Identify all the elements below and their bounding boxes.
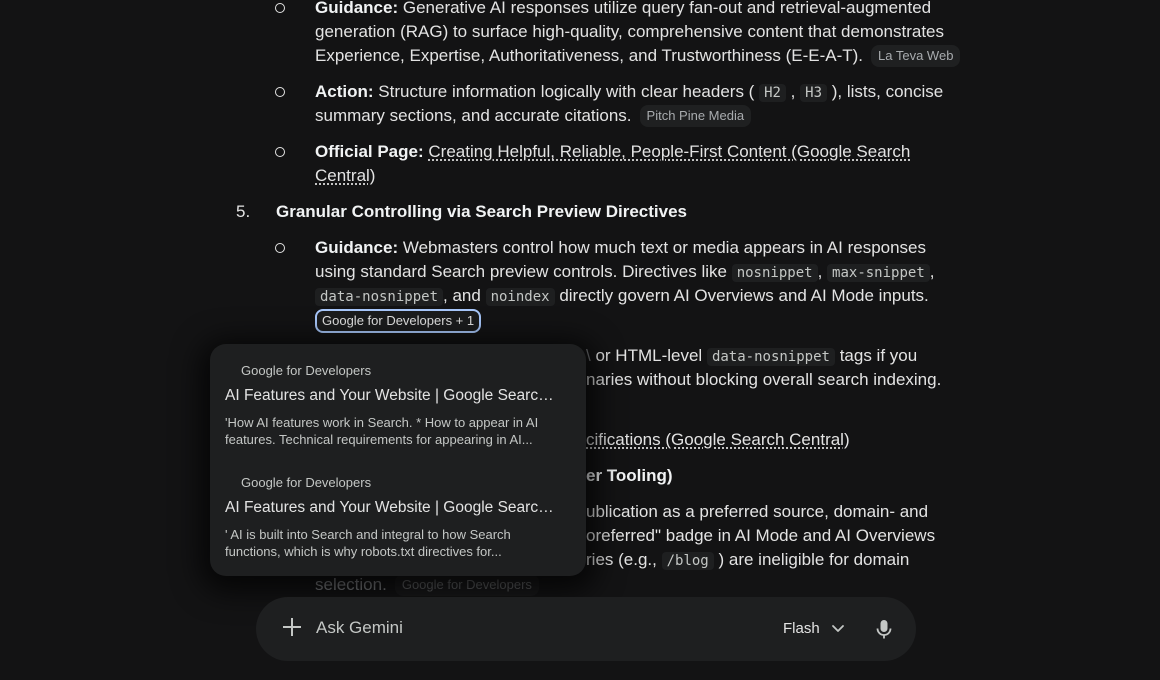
text-line: using standard Search preview controls. …: [315, 262, 935, 282]
inline-code: H2: [759, 84, 786, 102]
text-line: oreferred" badge in AI Mode and AI Overv…: [586, 526, 936, 545]
source-chip-active[interactable]: Google for Developers + 1: [315, 309, 482, 333]
official-page-link[interactable]: Creating Helpful, Reliable, People-First…: [428, 142, 910, 161]
inline-code: data-nosnippet: [315, 288, 444, 306]
text-line: ublication as a preferred source, domain…: [586, 502, 929, 521]
chevron-down-icon[interactable]: [828, 618, 848, 638]
list-item: Official Page: Creating Helpful, Reliabl…: [315, 142, 911, 161]
text-line: Google for Developers + 1: [315, 309, 482, 333]
inline-code: noindex: [485, 288, 555, 306]
prompt-input-bar[interactable]: Ask Gemini Flash: [256, 597, 916, 661]
model-selector[interactable]: Flash: [783, 620, 820, 637]
inline-code: H3: [800, 84, 827, 102]
list-item: Guidance: Generative AI responses utiliz…: [315, 0, 932, 17]
citation-source: Google for Developers: [241, 475, 372, 490]
section-heading: Granular Controlling via Search Preview …: [276, 202, 687, 221]
citation-title[interactable]: AI Features and Your Website | Google Se…: [225, 387, 555, 405]
text-line: Central): [315, 164, 375, 188]
microphone-icon[interactable]: [873, 617, 895, 641]
text-line: \ or HTML-level data-nosnippet tags if y…: [586, 346, 918, 366]
text-line: ries (e.g., /blog ) are ineligible for d…: [586, 550, 910, 570]
source-chip[interactable]: La Teva Web: [871, 45, 961, 67]
bullet-icon: [275, 3, 285, 13]
citation-popup: Google for Developers AI Features and Yo…: [210, 344, 586, 576]
text-line: generation (RAG) to surface high-quality…: [315, 22, 945, 41]
inline-code: max-snippet: [827, 264, 930, 282]
bullet-icon: [275, 147, 285, 157]
text-line: cifications (Google Search Central): [586, 428, 850, 452]
text-line: selection. Google for Developers: [315, 573, 539, 597]
citation-source: Google for Developers: [241, 363, 372, 378]
text-line: naries without blocking overall search i…: [586, 370, 942, 389]
specifications-link[interactable]: cifications (Google Search Central): [586, 430, 850, 449]
list-number: 5.: [236, 202, 251, 221]
list-item: Guidance: Webmasters control how much te…: [315, 238, 927, 257]
bullet-icon: [275, 87, 285, 97]
citation-snippet: 'How AI features work in Search. * How t…: [225, 415, 539, 447]
inline-code: /blog: [661, 552, 714, 570]
citation-title[interactable]: AI Features and Your Website | Google Se…: [225, 499, 555, 517]
inline-code: nosnippet: [731, 264, 818, 282]
list-item: Action: Structure information logically …: [315, 82, 944, 102]
text-line: data-nosnippet, and noindex directly gov…: [315, 284, 929, 309]
inline-code: data-nosnippet: [706, 348, 835, 366]
plus-icon[interactable]: [280, 615, 304, 639]
source-chip[interactable]: Google for Developers: [394, 574, 539, 596]
source-chip[interactable]: Pitch Pine Media: [639, 105, 752, 127]
text-line: er Tooling): [586, 466, 673, 485]
text-line: summary sections, and accurate citations…: [315, 104, 752, 128]
bullet-icon: [275, 243, 285, 253]
citation-snippet: ' AI is built into Search and integral t…: [225, 527, 511, 559]
prompt-input[interactable]: Ask Gemini: [316, 618, 403, 638]
official-page-link[interactable]: Central): [315, 166, 375, 185]
text-line: Experience, Expertise, Authoritativeness…: [315, 44, 961, 68]
